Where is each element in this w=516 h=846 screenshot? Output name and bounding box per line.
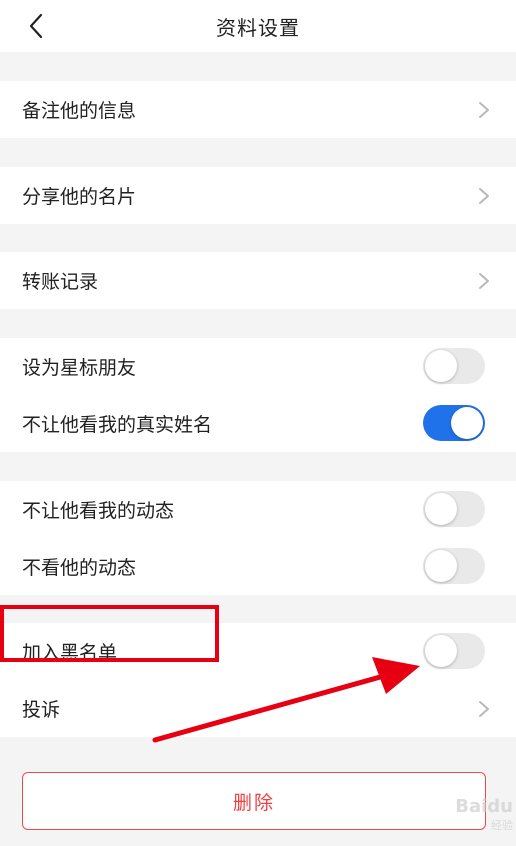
watermark-sub: 经验 bbox=[491, 819, 513, 832]
chevron-left-icon bbox=[29, 13, 43, 39]
row-label: 不看他的动态 bbox=[22, 557, 137, 579]
row-label: 转账记录 bbox=[22, 271, 99, 293]
row-label: 不让他看我的真实姓名 bbox=[22, 414, 213, 436]
chevron-right-icon bbox=[478, 101, 490, 119]
row-star-friend: 设为星标朋友 bbox=[0, 338, 516, 395]
row-label: 不让他看我的动态 bbox=[22, 500, 175, 522]
chevron-right-icon bbox=[478, 700, 490, 718]
section-share: 分享他的名片 bbox=[0, 167, 516, 224]
delete-label: 删除 bbox=[232, 791, 275, 814]
chevron-right-icon bbox=[478, 272, 490, 290]
section-transfer: 转账记录 bbox=[0, 252, 516, 309]
toggle-knob bbox=[425, 493, 457, 525]
chevron-right-icon bbox=[478, 187, 490, 205]
back-button[interactable] bbox=[24, 12, 48, 40]
row-transfer-records[interactable]: 转账记录 bbox=[0, 252, 516, 309]
annotation-highlight-box bbox=[0, 605, 219, 662]
row-hide-real-name: 不让他看我的真实姓名 bbox=[0, 395, 516, 452]
toggle-knob bbox=[425, 635, 457, 667]
row-hide-moments: 不让他看我的动态 bbox=[0, 481, 516, 538]
hide-real-name-toggle[interactable] bbox=[423, 405, 485, 441]
blacklist-toggle[interactable] bbox=[423, 633, 485, 669]
hide-moments-toggle[interactable] bbox=[423, 491, 485, 527]
section-remark: 备注他的信息 bbox=[0, 81, 516, 138]
row-complain[interactable]: 投诉 bbox=[0, 680, 516, 737]
row-label: 备注他的信息 bbox=[22, 100, 137, 122]
toggle-knob bbox=[425, 550, 457, 582]
toggle-knob bbox=[425, 350, 457, 382]
row-label: 设为星标朋友 bbox=[22, 357, 137, 379]
row-label: 分享他的名片 bbox=[22, 186, 137, 208]
row-remark[interactable]: 备注他的信息 bbox=[0, 81, 516, 138]
not-see-moments-toggle[interactable] bbox=[423, 548, 485, 584]
top-bar: 资料设置 bbox=[0, 0, 516, 52]
row-label: 投诉 bbox=[22, 699, 61, 721]
toggle-knob bbox=[451, 407, 483, 439]
row-share-card[interactable]: 分享他的名片 bbox=[0, 167, 516, 224]
page-title: 资料设置 bbox=[216, 15, 300, 40]
section-privacy-a: 设为星标朋友 不让他看我的真实姓名 bbox=[0, 338, 516, 452]
star-friend-toggle[interactable] bbox=[423, 348, 485, 384]
watermark: Baidu 经验 bbox=[393, 796, 513, 836]
row-not-see-moments: 不看他的动态 bbox=[0, 538, 516, 595]
watermark-brand: Baidu bbox=[455, 796, 513, 817]
section-privacy-b: 不让他看我的动态 不看他的动态 bbox=[0, 481, 516, 595]
